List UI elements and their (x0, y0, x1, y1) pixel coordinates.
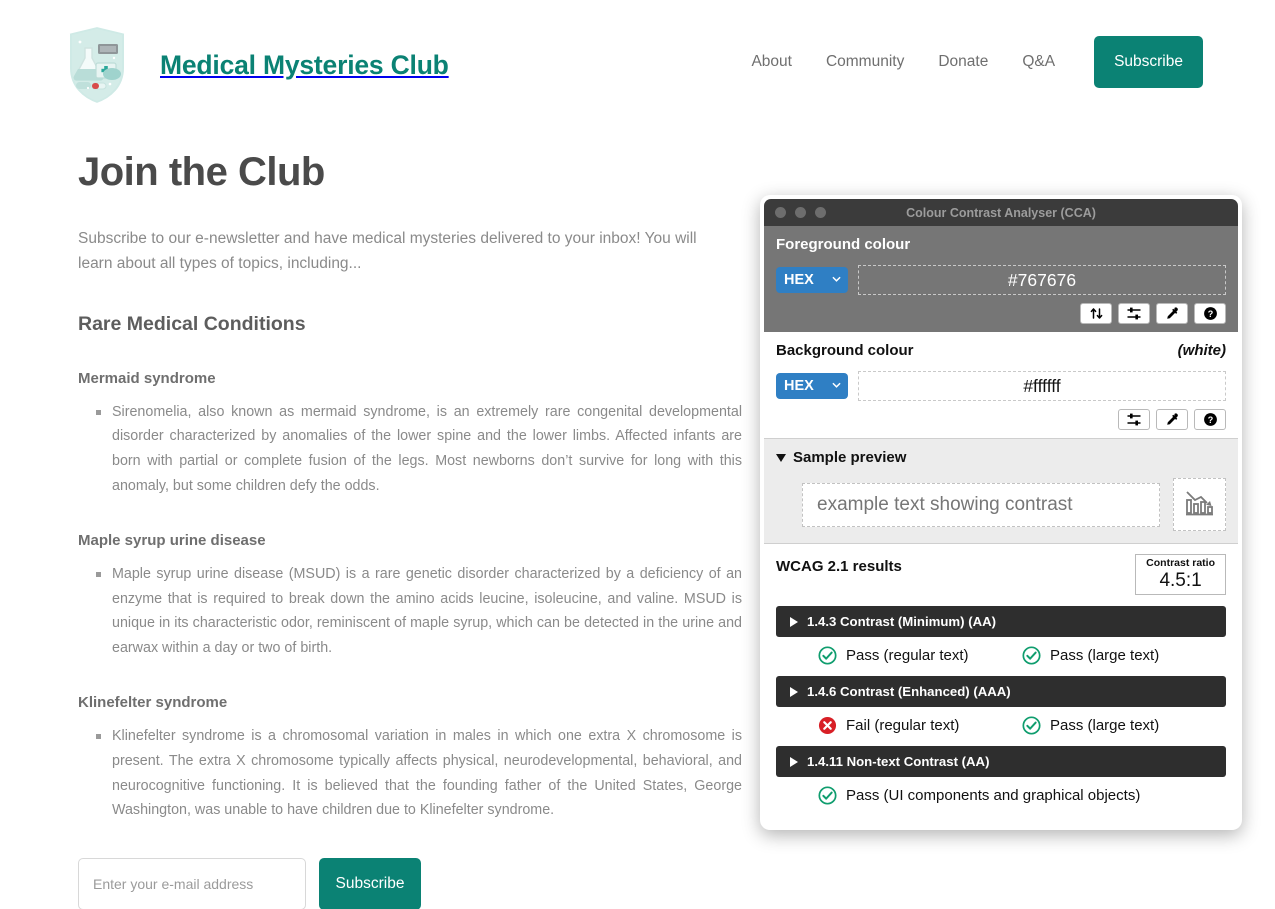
condition-title-msud: Maple syrup urine disease (78, 532, 266, 550)
foreground-format-select[interactable]: HEX (776, 267, 848, 293)
pass-check-icon (1022, 716, 1041, 735)
criterion-143-header[interactable]: 1.4.3 Contrast (Minimum) (AA) (776, 606, 1226, 638)
nav-item-qa[interactable]: Q&A (1005, 36, 1072, 88)
maximize-button[interactable] (815, 207, 826, 218)
close-button[interactable] (775, 207, 786, 218)
condition-list-klinefelter: Klinefelter syndrome is a chromosomal va… (78, 724, 742, 822)
foreground-format-select-wrap: HEX (776, 267, 848, 293)
criterion-label: 1.4.3 Contrast (Minimum) (AA) (807, 614, 997, 630)
newsletter-form: Subscribe (78, 857, 726, 909)
colour-contrast-analyser-window: Colour Contrast Analyser (CCA) Foregroun… (760, 195, 1242, 830)
contrast-ratio-label: Contrast ratio (1146, 557, 1215, 569)
sample-preview-label: Sample preview (793, 449, 907, 466)
foreground-hex-value[interactable]: #767676 (858, 265, 1226, 295)
list-item: Sirenomelia, also known as mermaid syndr… (96, 400, 742, 498)
criterion-label: 1.4.6 Contrast (Enhanced) (AAA) (807, 684, 1011, 700)
wcag-results-title: WCAG 2.1 results (776, 558, 902, 575)
cca-titlebar[interactable]: Colour Contrast Analyser (CCA) (764, 199, 1238, 226)
eyedropper-icon[interactable] (1156, 303, 1188, 324)
result-text: Pass (UI components and graphical object… (846, 787, 1141, 805)
background-format-select[interactable]: HEX (776, 373, 848, 399)
brand-title: Medical Mysteries Club (160, 49, 449, 80)
contrast-ratio-value: 4.5:1 (1159, 569, 1202, 591)
cca-window-title: Colour Contrast Analyser (CCA) (906, 205, 1096, 220)
svg-text:?: ? (1207, 309, 1213, 319)
result-text: Fail (regular text) (846, 717, 960, 735)
help-icon[interactable]: ? (1194, 303, 1226, 324)
list-item: Klinefelter syndrome is a chromosomal va… (96, 724, 742, 822)
sample-preview-disclosure[interactable]: Sample preview (776, 449, 1226, 466)
nav-item-donate[interactable]: Donate (921, 36, 1005, 88)
condition-list-mermaid: Sirenomelia, also known as mermaid syndr… (78, 400, 742, 498)
result-text: Pass (large text) (1050, 647, 1160, 665)
wcag-results-panel: WCAG 2.1 results Contrast ratio 4.5:1 1.… (764, 544, 1238, 825)
main-content: Join the Club Subscribe to our e-newslet… (78, 150, 742, 909)
criterion-146-header[interactable]: 1.4.6 Contrast (Enhanced) (AAA) (776, 676, 1226, 708)
nav-item-about[interactable]: About (734, 36, 809, 88)
page-title: Join the Club (78, 150, 325, 194)
header-subscribe-button[interactable]: Subscribe (1094, 36, 1203, 88)
eyedropper-icon[interactable] (1156, 409, 1188, 430)
foreground-button-row: ? (776, 303, 1226, 324)
result-item: Pass (UI components and graphical object… (818, 786, 1140, 805)
brand-logo-link[interactable]: Medical Mysteries Club (64, 22, 449, 108)
fail-cross-icon (818, 717, 837, 735)
condition-list-msud: Maple syrup urine disease (MSUD) is a ra… (78, 562, 742, 660)
pass-check-icon (818, 646, 837, 665)
nav-item-community[interactable]: Community (809, 36, 921, 88)
result-item: Pass (large text) (1022, 716, 1226, 735)
background-hex-value[interactable]: #ffffff (858, 371, 1226, 401)
criterion-143-results: Pass (regular text) Pass (large text) (776, 646, 1226, 665)
triangle-right-icon (790, 756, 798, 767)
swap-arrows-icon[interactable] (1080, 303, 1112, 324)
sliders-icon[interactable] (1118, 409, 1150, 430)
background-colour-panel: Background colour (white) HEX #ffffff ? (764, 332, 1238, 439)
result-item: Fail (regular text) (818, 716, 1022, 735)
foreground-colour-panel: Foreground colour HEX #767676 ? (764, 226, 1238, 332)
section-title: Rare Medical Conditions (78, 312, 306, 335)
help-icon[interactable]: ? (1194, 409, 1226, 430)
condition-title-mermaid: Mermaid syndrome (78, 369, 216, 387)
result-item: Pass (large text) (1022, 646, 1226, 665)
sample-text-box: example text showing contrast (802, 482, 1160, 527)
window-controls (775, 207, 826, 218)
sliders-icon[interactable] (1118, 303, 1150, 324)
minimize-button[interactable] (795, 207, 806, 218)
criterion-label: 1.4.11 Non-text Contrast (AA) (807, 754, 990, 770)
result-item: Pass (regular text) (818, 646, 1022, 665)
email-input[interactable] (78, 857, 306, 909)
background-button-row: ? (776, 409, 1226, 430)
triangle-down-icon (776, 453, 786, 462)
sample-image-box (1173, 478, 1226, 531)
criterion-1411-results: Pass (UI components and graphical object… (776, 786, 1226, 805)
condition-title-klinefelter: Klinefelter syndrome (78, 694, 228, 712)
pass-check-icon (818, 786, 837, 805)
sample-preview-panel: Sample preview example text showing cont… (764, 439, 1238, 544)
pass-check-icon (1022, 646, 1041, 665)
triangle-right-icon (790, 686, 798, 697)
criterion-1411-header[interactable]: 1.4.11 Non-text Contrast (AA) (776, 746, 1226, 778)
foreground-label: Foreground colour (776, 236, 911, 253)
svg-text:?: ? (1207, 415, 1213, 425)
contrast-ratio-box: Contrast ratio 4.5:1 (1135, 554, 1226, 596)
triangle-right-icon (790, 616, 798, 627)
declining-bar-chart-icon (1183, 486, 1216, 524)
site-header: Medical Mysteries Club About Community D… (0, 0, 1275, 124)
background-colour-note: (white) (1177, 342, 1226, 359)
shield-lab-logo-icon (64, 22, 130, 108)
background-label: Background colour (776, 342, 914, 359)
form-subscribe-button[interactable]: Subscribe (319, 857, 421, 909)
list-item: Maple syrup urine disease (MSUD) is a ra… (96, 562, 742, 660)
background-format-select-wrap: HEX (776, 373, 848, 399)
criterion-146-results: Fail (regular text) Pass (large text) (776, 716, 1226, 735)
intro-paragraph: Subscribe to our e-newsletter and have m… (78, 230, 697, 273)
result-text: Pass (large text) (1050, 717, 1160, 735)
result-text: Pass (regular text) (846, 647, 969, 665)
main-nav: About Community Donate Q&A Subscribe (734, 36, 1203, 88)
